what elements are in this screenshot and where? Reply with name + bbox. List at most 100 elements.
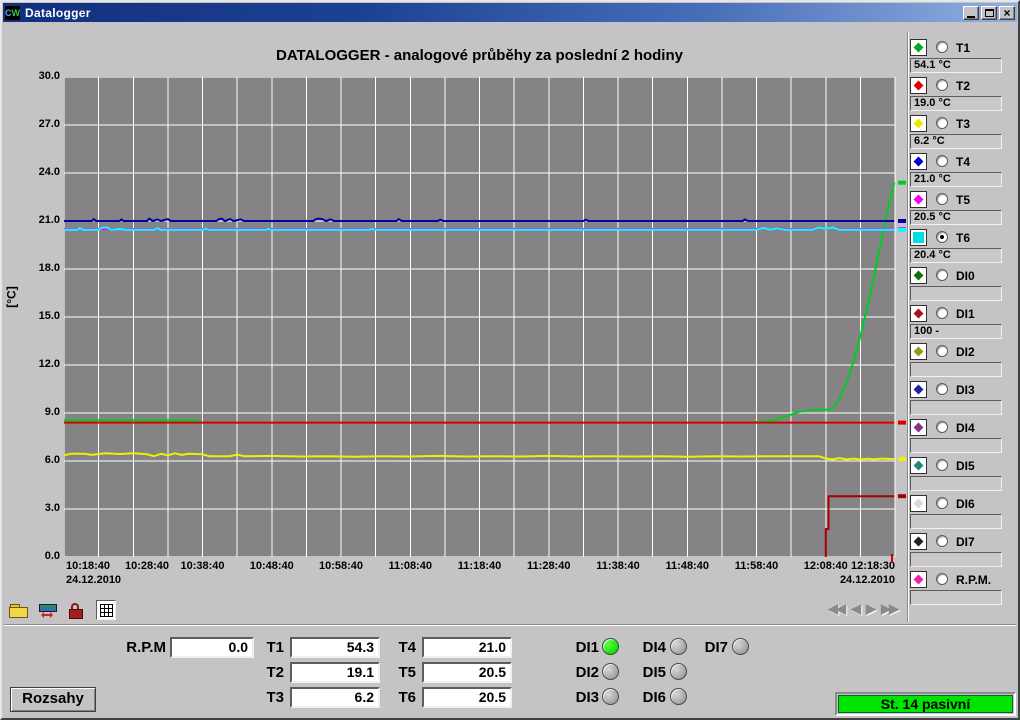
channel-color-swatch	[914, 575, 924, 585]
channel-color-button[interactable]	[910, 267, 927, 284]
chart-title: DATALOGGER - analogové průběhy za posled…	[64, 47, 895, 64]
channel-label: DI5	[956, 459, 975, 473]
channel-color-swatch	[914, 119, 924, 129]
t4-label: T4	[390, 639, 416, 656]
channel-color-swatch	[914, 271, 924, 281]
titlebar[interactable]: CW Datalogger ×	[3, 3, 1017, 22]
channel-color-swatch	[913, 232, 924, 243]
channel-radio[interactable]	[936, 307, 948, 319]
channel-value-field	[910, 552, 1002, 567]
y-tick-label: 27.0	[2, 118, 60, 130]
channel-label: DI4	[956, 421, 975, 435]
minimize-icon	[967, 16, 975, 18]
channel-color-button[interactable]	[910, 571, 927, 588]
x-tick-label: 11:48:40	[653, 560, 721, 572]
channel-color-button[interactable]	[910, 153, 927, 170]
nav-next-button[interactable]: ▶	[866, 601, 874, 617]
channel-color-swatch	[914, 195, 924, 205]
channel-label: DI7	[956, 535, 975, 549]
y-tick-label: 24.0	[2, 166, 60, 178]
channel-value-field: 19.0 °C	[910, 96, 1002, 111]
close-button[interactable]: ×	[999, 6, 1015, 20]
channel-row-di2: DI2	[910, 342, 1016, 380]
channel-color-button[interactable]	[910, 343, 927, 360]
channel-radio[interactable]	[936, 573, 948, 585]
channel-radio[interactable]	[936, 269, 948, 281]
channel-row-t4: T4 21.0 °C	[910, 152, 1016, 190]
di3-label: DI3	[562, 689, 599, 706]
nav-first-button[interactable]: ◀◀	[828, 601, 844, 617]
channel-color-button[interactable]	[910, 39, 927, 56]
di7-label: DI7	[691, 639, 728, 656]
channel-color-button[interactable]	[910, 419, 927, 436]
channel-row-di1: DI1 100 -	[910, 304, 1016, 342]
t6-label: T6	[390, 689, 416, 706]
channel-radio[interactable]	[936, 459, 948, 471]
channel-row-di3: DI3	[910, 380, 1016, 418]
channel-radio[interactable]	[936, 117, 948, 129]
channel-label: DI1	[956, 307, 975, 321]
grid-toggle-button[interactable]	[96, 600, 116, 620]
channel-radio[interactable]	[936, 155, 948, 167]
channel-color-button[interactable]	[910, 457, 927, 474]
channel-color-button[interactable]	[910, 115, 927, 132]
sidebar-divider	[907, 32, 909, 622]
maximize-button[interactable]	[981, 6, 997, 20]
panel-divider	[4, 624, 1016, 626]
channel-row-t3: T3 6.2 °C	[910, 114, 1016, 152]
channel-color-button[interactable]	[910, 533, 927, 550]
channel-row-rpm: R.P.M.	[910, 570, 1016, 608]
y-tick-label: 15.0	[2, 310, 60, 322]
channel-radio[interactable]	[936, 383, 948, 395]
channel-value-field	[910, 438, 1002, 453]
ranges-button[interactable]: Rozsahy	[10, 687, 96, 712]
status-bar: St. 14 pasivní	[835, 692, 1016, 716]
channel-color-swatch	[914, 499, 924, 509]
channel-value-field: 20.4 °C	[910, 248, 1002, 263]
nav-prev-button[interactable]: ◀	[851, 601, 859, 617]
channel-radio[interactable]	[936, 345, 948, 357]
minimize-button[interactable]	[963, 6, 979, 20]
channel-row-t2: T2 19.0 °C	[910, 76, 1016, 114]
di5-led	[670, 663, 687, 680]
channel-color-button[interactable]	[910, 191, 927, 208]
chart-plot[interactable]	[64, 77, 907, 558]
x-tick-label: 11:28:40	[515, 560, 583, 572]
di2-led	[602, 663, 619, 680]
channel-radio[interactable]	[936, 535, 948, 547]
channel-color-button[interactable]	[910, 495, 927, 512]
channel-radio[interactable]	[936, 421, 948, 433]
channel-radio[interactable]	[936, 79, 948, 91]
di6-led	[670, 688, 687, 705]
channel-label: T2	[956, 79, 970, 93]
t2-label: T2	[258, 664, 284, 681]
channel-row-t5: T5 20.5 °C	[910, 190, 1016, 228]
di6-label: DI6	[629, 689, 666, 706]
t5-label: T5	[390, 664, 416, 681]
channel-label: DI6	[956, 497, 975, 511]
channel-color-swatch	[914, 423, 924, 433]
channel-radio[interactable]	[936, 41, 948, 53]
channel-color-swatch	[914, 461, 924, 471]
channel-color-button[interactable]	[910, 77, 927, 94]
channel-radio[interactable]	[936, 193, 948, 205]
di4-led	[670, 638, 687, 655]
channel-radio[interactable]	[936, 497, 948, 509]
channel-row-t6: T6 20.4 °C	[910, 228, 1016, 266]
di5-label: DI5	[629, 664, 666, 681]
channel-color-button[interactable]	[910, 229, 927, 246]
di3-led	[602, 688, 619, 705]
channel-value-field	[910, 286, 1002, 301]
x-axis-labels: 10:18:4010:28:4010:38:4010:48:4010:58:40…	[2, 560, 1020, 574]
close-icon: ×	[1003, 7, 1010, 19]
lock-icon[interactable]	[67, 602, 87, 618]
status-text: St. 14 pasivní	[838, 695, 1013, 713]
channel-color-button[interactable]	[910, 305, 927, 322]
channel-color-button[interactable]	[910, 381, 927, 398]
channel-label: DI3	[956, 383, 975, 397]
t6-field: 20.5	[422, 687, 512, 708]
open-folder-icon[interactable]	[9, 602, 29, 618]
nav-last-button[interactable]: ▶▶	[881, 601, 897, 617]
range-icon[interactable]	[38, 602, 58, 618]
channel-radio[interactable]	[936, 231, 948, 243]
